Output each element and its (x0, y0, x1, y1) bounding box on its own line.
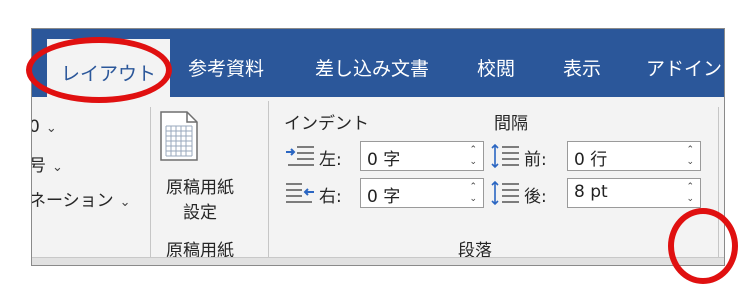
hyphenation-dropdown[interactable]: ネーション ⌄ (31, 186, 131, 211)
spacing-before-input[interactable]: 0 行 ⌃ ⌄ (567, 141, 701, 171)
tab-review[interactable]: 校閲 (477, 29, 515, 97)
spinner-arrows-icon[interactable]: ⌃ ⌄ (686, 144, 694, 168)
indent-right-input[interactable]: 0 字 ⌃ ⌄ (360, 178, 484, 208)
spacing-before-label: 前: (524, 150, 547, 170)
spacing-after-input[interactable]: 8 pt ⌃ ⌄ (567, 178, 701, 208)
spinner-arrows-icon[interactable]: ⌃ ⌄ (469, 144, 477, 168)
chevron-down-icon: ⌄ (119, 195, 131, 210)
line-numbers-dropdown[interactable]: 号⌄ (32, 151, 63, 176)
group-divider (268, 101, 269, 265)
tab-references[interactable]: 参考資料 (188, 29, 264, 97)
group-divider (150, 107, 151, 265)
manuscript-paper-icon (160, 111, 198, 161)
spacing-after-label: 後: (524, 187, 547, 207)
tab-mailings[interactable]: 差し込み文書 (315, 29, 429, 97)
tab-addins[interactable]: アドイン (646, 29, 722, 97)
ribbon-body: 0⌄ 号⌄ ネーション⌄ 原稿用紙 設定 原稿用紙 インデント 間隔 (31, 97, 724, 265)
spacing-before-value: 0 行 (574, 150, 608, 170)
indent-header: インデント (284, 114, 369, 134)
indent-right-icon (286, 183, 314, 203)
spacing-after-icon (491, 180, 519, 206)
breaks-dropdown[interactable]: 0⌄ (32, 117, 57, 137)
indent-left-label: 左: (319, 150, 342, 170)
breaks-label: 0 (32, 117, 40, 137)
indent-left-icon (286, 146, 314, 166)
spinner-arrows-icon[interactable]: ⌃ ⌄ (686, 181, 694, 205)
hyphenation-label: ネーション (31, 191, 114, 211)
tab-view[interactable]: 表示 (563, 29, 601, 97)
spacing-before-icon (491, 143, 519, 169)
launcher-highlight-circle (668, 208, 738, 284)
indent-left-value: 0 字 (367, 150, 401, 170)
line-numbers-label: 号 (32, 156, 46, 176)
chevron-down-icon: ⌄ (52, 160, 63, 175)
tab-highlight-circle (26, 37, 172, 103)
spacing-after-value: 8 pt (574, 182, 608, 202)
indent-left-input[interactable]: 0 字 ⌃ ⌄ (360, 141, 484, 171)
indent-right-label: 右: (319, 187, 342, 207)
chevron-down-icon: ⌄ (45, 121, 57, 136)
indent-right-value: 0 字 (367, 187, 401, 207)
manuscript-button-line2: 設定 (183, 203, 217, 223)
spinner-arrows-icon[interactable]: ⌃ ⌄ (469, 181, 477, 205)
manuscript-button-line1: 原稿用紙 (166, 178, 234, 198)
spacing-header: 間隔 (494, 114, 528, 134)
ribbon-bottom-edge (32, 257, 724, 265)
